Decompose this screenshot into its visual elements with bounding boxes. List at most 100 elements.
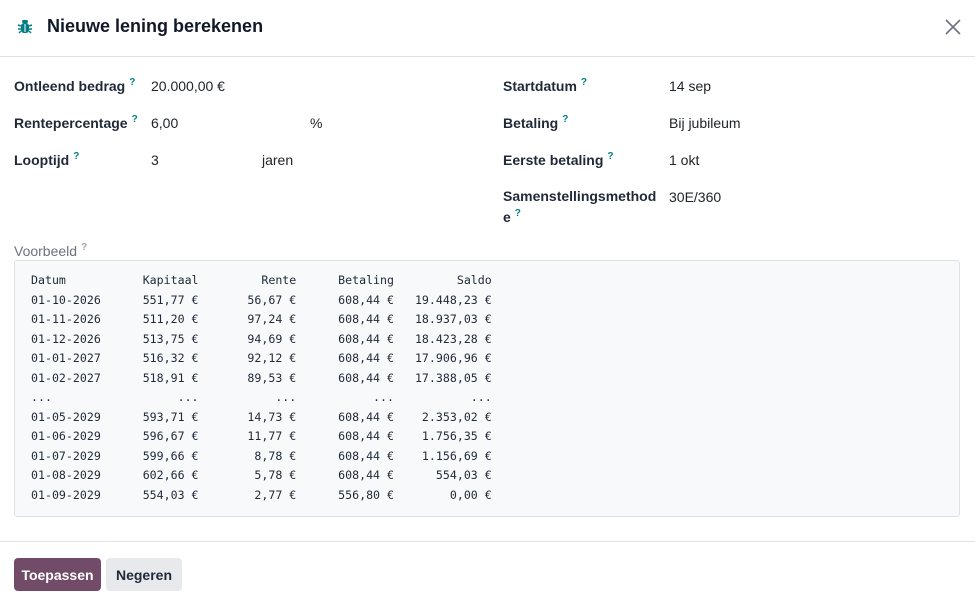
table-cell: 2,77 € [198, 487, 297, 502]
table-cell: 554,03 € [394, 468, 492, 482]
table-cell: 01-07-2029 [31, 448, 101, 463]
table-header-cell: Rente [198, 273, 297, 287]
table-row: ... ... ... ... ... [31, 388, 492, 408]
table-cell: 01-02-2027 [31, 370, 101, 385]
table-cell: 593,71 € [100, 409, 199, 424]
payment-field[interactable]: Bij jubileum [669, 115, 741, 131]
table-cell: 14,73 € [198, 409, 297, 424]
table-row: 01-08-2029 602,66 € 5,78 € 608,44 € 554,… [31, 466, 492, 486]
table-cell: 518,91 € [100, 370, 199, 385]
table-cell: ... [198, 390, 297, 404]
amount-label: Ontleend bedrag? [14, 77, 136, 94]
table-cell: 551,77 € [100, 292, 199, 307]
table-cell: 01-12-2026 [31, 331, 101, 346]
table-cell: 11,77 € [198, 429, 297, 443]
table-cell: 608,44 € [296, 409, 395, 424]
table-row: 01-01-2027 516,32 € 92,12 € 608,44 € 17.… [31, 349, 492, 369]
table-cell: 608,44 € [296, 331, 395, 346]
start-date-label: Startdatum? [503, 77, 588, 94]
table-row: 01-07-2029 599,66 € 8,78 € 608,44 € 1.15… [31, 447, 492, 467]
table-cell: ... [394, 390, 492, 404]
table-cell: 01-10-2026 [31, 292, 101, 307]
table-cell: 556,80 € [296, 487, 395, 502]
table-cell: 92,12 € [198, 351, 297, 365]
table-cell: 596,67 € [100, 429, 199, 443]
table-cell: 599,66 € [100, 448, 199, 463]
dialog-header: Nieuwe lening berekenen [0, 0, 975, 57]
preview-box: Datum Kapitaal Rente Betaling Saldo 01-10… [14, 260, 960, 517]
table-row: 01-06-2029 596,67 € 11,77 € 608,44 € 1.7… [31, 427, 492, 447]
apply-button[interactable]: Toepassen [14, 558, 101, 591]
table-cell: 1.156,69 € [394, 448, 492, 463]
help-tooltip[interactable]: ? [581, 77, 587, 88]
table-cell: 17.388,05 € [394, 370, 492, 385]
rate-field[interactable]: 6,00 [151, 115, 178, 131]
table-header-cell: Saldo [394, 273, 492, 287]
help-tooltip[interactable]: ? [81, 242, 87, 253]
help-tooltip[interactable]: ? [562, 114, 568, 125]
table-cell: 01-01-2027 [31, 351, 101, 365]
table-cell: 01-06-2029 [31, 429, 101, 443]
table-cell: 56,67 € [198, 292, 297, 307]
table-cell: ... [296, 390, 395, 404]
rate-unit: % [310, 115, 323, 131]
first-payment-field[interactable]: 1 okt [669, 152, 699, 168]
compounding-field[interactable]: 30E/360 [669, 189, 721, 205]
table-cell: 602,66 € [100, 468, 199, 482]
start-date-field[interactable]: 14 sep [669, 78, 711, 94]
help-tooltip[interactable]: ? [73, 151, 79, 162]
table-cell: 18.937,03 € [394, 312, 492, 326]
table-row: 01-11-2026 511,20 € 97,24 € 608,44 € 18.… [31, 310, 492, 330]
dialog-title: Nieuwe lening berekenen [47, 16, 264, 36]
table-cell: ... [100, 390, 199, 404]
table-row: 01-09-2029 554,03 € 2,77 € 556,80 € 0,00… [31, 486, 492, 506]
close-icon[interactable] [944, 18, 962, 36]
table-cell: 01-09-2029 [31, 487, 101, 502]
table-cell: 8,78 € [198, 448, 297, 463]
compounding-label: Samenstellingsmethod [503, 188, 657, 204]
rate-label: Rentepercentage? [14, 114, 138, 131]
table-cell: 513,75 € [100, 331, 199, 346]
table-row: 01-02-2027 518,91 € 89,53 € 608,44 € 17.… [31, 369, 492, 389]
table-cell: 5,78 € [198, 468, 297, 482]
table-cell: 608,44 € [296, 292, 395, 307]
table-header-cell: Datum [31, 273, 101, 287]
table-row: 01-12-2026 513,75 € 94,69 € 608,44 € 18.… [31, 330, 492, 350]
table-cell: 554,03 € [100, 487, 199, 502]
table-cell: 89,53 € [198, 370, 297, 385]
table-header-cell: Kapitaal [100, 273, 199, 287]
term-field[interactable]: 3 [151, 152, 159, 168]
table-cell: 0,00 € [394, 487, 492, 502]
help-tooltip[interactable]: ? [129, 77, 135, 88]
table-cell: 608,44 € [296, 448, 395, 463]
table-cell: 608,44 € [296, 370, 395, 385]
table-header-cell: Betaling [296, 273, 395, 287]
table-cell: 97,24 € [198, 312, 297, 326]
table-row: 01-05-2029 593,71 € 14,73 € 608,44 € 2.3… [31, 408, 492, 428]
bug-icon [17, 20, 33, 34]
table-cell: ... [31, 390, 101, 404]
footer-divider [0, 541, 975, 542]
amortization-table: Datum Kapitaal Rente Betaling Saldo 01-10… [31, 271, 492, 505]
help-tooltip[interactable]: ? [515, 208, 521, 219]
table-cell: 19.448,23 € [394, 292, 492, 307]
table-cell: 608,44 € [296, 312, 395, 326]
compounding-label-wrap: e? [503, 208, 521, 225]
preview-label: Voorbeeld? [14, 242, 88, 259]
table-cell: 608,44 € [296, 351, 395, 365]
amount-field[interactable]: 20.000,00 € [151, 78, 225, 94]
table-cell: 01-05-2029 [31, 409, 101, 424]
table-cell: 18.423,28 € [394, 331, 492, 346]
table-header: Datum Kapitaal Rente Betaling Saldo [31, 271, 492, 291]
discard-button[interactable]: Negeren [106, 558, 182, 591]
payment-label: Betaling? [503, 114, 569, 131]
table-cell: 01-08-2029 [31, 468, 101, 482]
table-cell: 516,32 € [100, 351, 199, 365]
table-cell: 94,69 € [198, 331, 297, 346]
table-row: 01-10-2026 551,77 € 56,67 € 608,44 € 19.… [31, 291, 492, 311]
help-tooltip[interactable]: ? [132, 114, 138, 125]
table-cell: 2.353,02 € [394, 409, 492, 424]
help-tooltip[interactable]: ? [607, 151, 613, 162]
term-unit: jaren [262, 152, 294, 168]
table-cell: 608,44 € [296, 468, 395, 482]
